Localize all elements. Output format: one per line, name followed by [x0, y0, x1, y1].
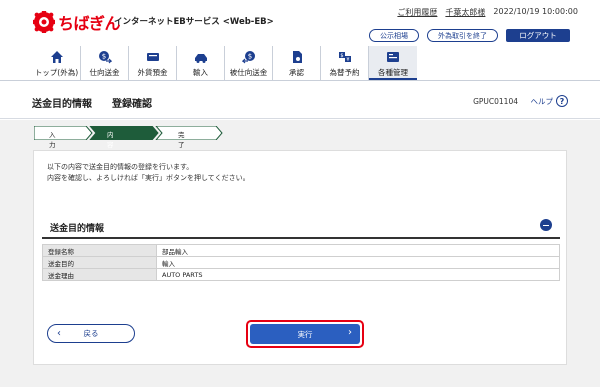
remittance-icon: $ — [98, 51, 112, 64]
logo-text: ちばぎん — [58, 14, 121, 33]
chevron-right-icon: › — [348, 327, 352, 338]
row-value: AUTO PARTS — [156, 268, 560, 281]
header: ちばぎん インターネットEBサービス <Web-EB> ご利用履歴 千葉太郎様 … — [0, 0, 600, 80]
rates-button[interactable]: 公示相場 — [369, 29, 419, 42]
screen-id: GPUC01104 — [473, 97, 518, 106]
detail-table: 登録名称 部品輸入 送金目的 輸入 送金理由 AUTO PARTS — [42, 244, 560, 281]
step-complete: 完了 — [178, 131, 185, 149]
row-value: 輸入 — [156, 256, 560, 269]
nav-item-fx-deposit[interactable]: 外貨預金 — [129, 46, 177, 80]
row-key: 送金理由 — [42, 268, 157, 281]
nav-item-top[interactable]: トップ(外為) — [33, 46, 81, 80]
svg-text:¥: ¥ — [346, 57, 349, 63]
nav-item-incoming-remittance[interactable]: $ 被仕向送金 — [225, 46, 273, 80]
nav-item-import[interactable]: 輸入 — [177, 46, 225, 80]
logout-button[interactable]: ログアウト — [506, 29, 570, 42]
service-name: インターネットEBサービス <Web-EB> — [114, 17, 274, 27]
svg-text:$: $ — [340, 53, 343, 59]
nav-label: 為替予約 — [329, 68, 360, 77]
nav-label: トップ(外為) — [34, 68, 79, 77]
collapse-icon[interactable] — [540, 219, 552, 231]
help-label: ヘルプ — [530, 96, 554, 106]
table-row: 送金目的 輸入 — [42, 256, 560, 269]
page-title: 送金目的情報 — [32, 99, 92, 110]
home-icon — [50, 51, 63, 63]
nav-label: 各種管理 — [378, 68, 408, 77]
header-buttons: 公示相場 外為取引を終了 ログアウト — [369, 29, 570, 42]
approval-icon — [292, 51, 302, 63]
usage-history-link[interactable]: ご利用履歴 — [397, 7, 437, 18]
step-input: 入力 — [49, 131, 56, 149]
intro-text: 以下の内容で送金目的情報の登録を行います。 内容を確認し、よろしければ「実行」ボ… — [47, 162, 250, 184]
nav-label: 承認 — [289, 68, 304, 77]
back-label: 戻る — [83, 329, 99, 338]
chevron-left-icon: ‹ — [57, 328, 61, 339]
nav-label: 外貨預金 — [137, 68, 168, 77]
user-name-link[interactable]: 千葉太郎様 — [445, 7, 485, 18]
table-row: 送金理由 AUTO PARTS — [42, 268, 560, 281]
row-key: 送金目的 — [42, 256, 157, 269]
nav-item-outgoing-remittance[interactable]: $ 仕向送金 — [81, 46, 129, 80]
execute-button[interactable]: 実行 › — [250, 324, 360, 344]
bank-logo: ちばぎん — [33, 10, 121, 34]
intro-line-1: 以下の内容で送金目的情報の登録を行います。 — [47, 163, 194, 171]
nav-item-fx-contract[interactable]: $ ¥ 為替予約 — [321, 46, 369, 80]
row-value: 部品輸入 — [156, 244, 560, 257]
intro-line-2: 内容を確認し、よろしければ「実行」ボタンを押してください。 — [47, 174, 250, 182]
nav-item-approval[interactable]: 承認 — [273, 46, 321, 80]
execute-label: 実行 — [297, 329, 313, 339]
main-nav: トップ(外為) $ 仕向送金 外貨預金 輸入 $ 被仕向送金 承認 $ ¥ 為替… — [33, 46, 417, 80]
chibagin-logo-icon — [33, 11, 55, 33]
fx-contract-icon: $ ¥ — [338, 52, 351, 63]
content-card: 以下の内容で送金目的情報の登録を行います。 内容を確認し、よろしければ「実行」ボ… — [33, 150, 567, 365]
end-fx-button[interactable]: 外為取引を終了 — [427, 29, 498, 42]
incoming-remittance-icon: $ — [241, 51, 255, 64]
title-bar: 送金目的情報 登録確認 GPUC01104 ヘルプ ? — [0, 81, 600, 119]
import-icon — [194, 54, 207, 63]
table-row: 登録名称 部品輸入 — [42, 244, 560, 257]
back-button[interactable]: ‹ 戻る — [47, 324, 135, 343]
top-links: ご利用履歴 千葉太郎様 2022/10/19 10:00:00 — [397, 7, 578, 18]
section-header: 送金目的情報 — [42, 213, 560, 239]
deposit-icon — [146, 53, 159, 61]
nav-label: 輸入 — [193, 68, 208, 77]
nav-label: 仕向送金 — [89, 68, 120, 77]
nav-label: 被仕向送金 — [229, 68, 268, 77]
section-title: 送金目的情報 — [50, 224, 105, 234]
svg-text:$: $ — [247, 53, 251, 61]
row-key: 登録名称 — [42, 244, 157, 257]
nav-item-management[interactable]: 各種管理 — [369, 46, 417, 80]
page-subtitle: 登録確認 — [112, 99, 152, 110]
help-icon: ? — [556, 95, 568, 107]
svg-text:$: $ — [101, 53, 105, 61]
management-icon — [387, 52, 399, 62]
help-link[interactable]: ヘルプ ? — [530, 95, 568, 107]
step-arrows — [34, 126, 223, 140]
login-datetime: 2022/10/19 10:00:00 — [493, 7, 578, 16]
